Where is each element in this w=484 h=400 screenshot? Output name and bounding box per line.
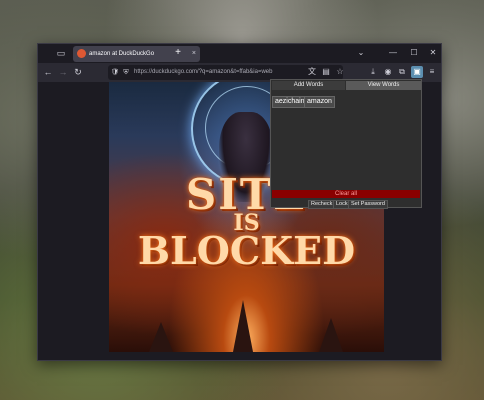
reload-button[interactable]: ↻ (72, 66, 84, 78)
extensions-icon[interactable]: ⧉ (396, 66, 408, 78)
word-blocker-popup: Add Words View Words aezichain amazon Cl… (270, 79, 422, 209)
url-text[interactable]: https://duckduckgo.com/?q=amazon&t=ffab&… (134, 66, 272, 79)
word-blocker-extension-icon[interactable]: ▣ (411, 66, 423, 78)
downloads-icon[interactable]: ⤓ (367, 66, 379, 78)
minimize-button[interactable]: — (386, 46, 400, 60)
app-menu-icon[interactable]: ≡ (426, 66, 438, 78)
bookmark-star-icon[interactable]: ☆ (334, 66, 346, 78)
set-password-button[interactable]: Set Password (348, 200, 388, 209)
duckduckgo-favicon-icon (77, 49, 86, 58)
forward-button[interactable]: → (57, 66, 69, 78)
account-icon[interactable]: ◉ (382, 66, 394, 78)
reader-view-icon[interactable]: ▤ (320, 66, 332, 78)
rock-spire (233, 300, 253, 352)
blocked-word-chip[interactable]: aezichain (272, 96, 308, 108)
close-window-button[interactable]: ✕ (426, 46, 440, 60)
translate-icon[interactable]: 文 (306, 66, 318, 78)
back-button[interactable]: ← (42, 66, 54, 78)
maximize-button[interactable]: ☐ (407, 46, 421, 60)
recheck-button[interactable]: Recheck (308, 200, 336, 209)
list-all-tabs-icon[interactable]: ⌄ (354, 46, 368, 60)
blocked-word-chip[interactable]: amazon (304, 96, 335, 108)
tab-close-icon[interactable]: × (192, 48, 196, 60)
blocked-text-line3: BLOCKED (137, 228, 356, 273)
rock-left (149, 322, 173, 352)
clear-all-button[interactable]: Clear all (272, 190, 420, 198)
tab-overview-icon[interactable]: ▭ (56, 48, 66, 58)
tracking-shield-icon[interactable]: 🛡 (110, 67, 120, 78)
new-tab-button[interactable]: + (172, 46, 184, 60)
tab-add-words[interactable]: Add Words (272, 81, 345, 90)
rock-right (319, 318, 343, 352)
tab-title: amazon at DuckDuckGo (89, 51, 155, 57)
site-lock-icon[interactable]: ⛨ (121, 67, 131, 78)
tab-bar: ▭ amazon at DuckDuckGo × + ⌄ — ☐ ✕ (38, 44, 441, 63)
tab-view-words[interactable]: View Words (346, 81, 421, 90)
